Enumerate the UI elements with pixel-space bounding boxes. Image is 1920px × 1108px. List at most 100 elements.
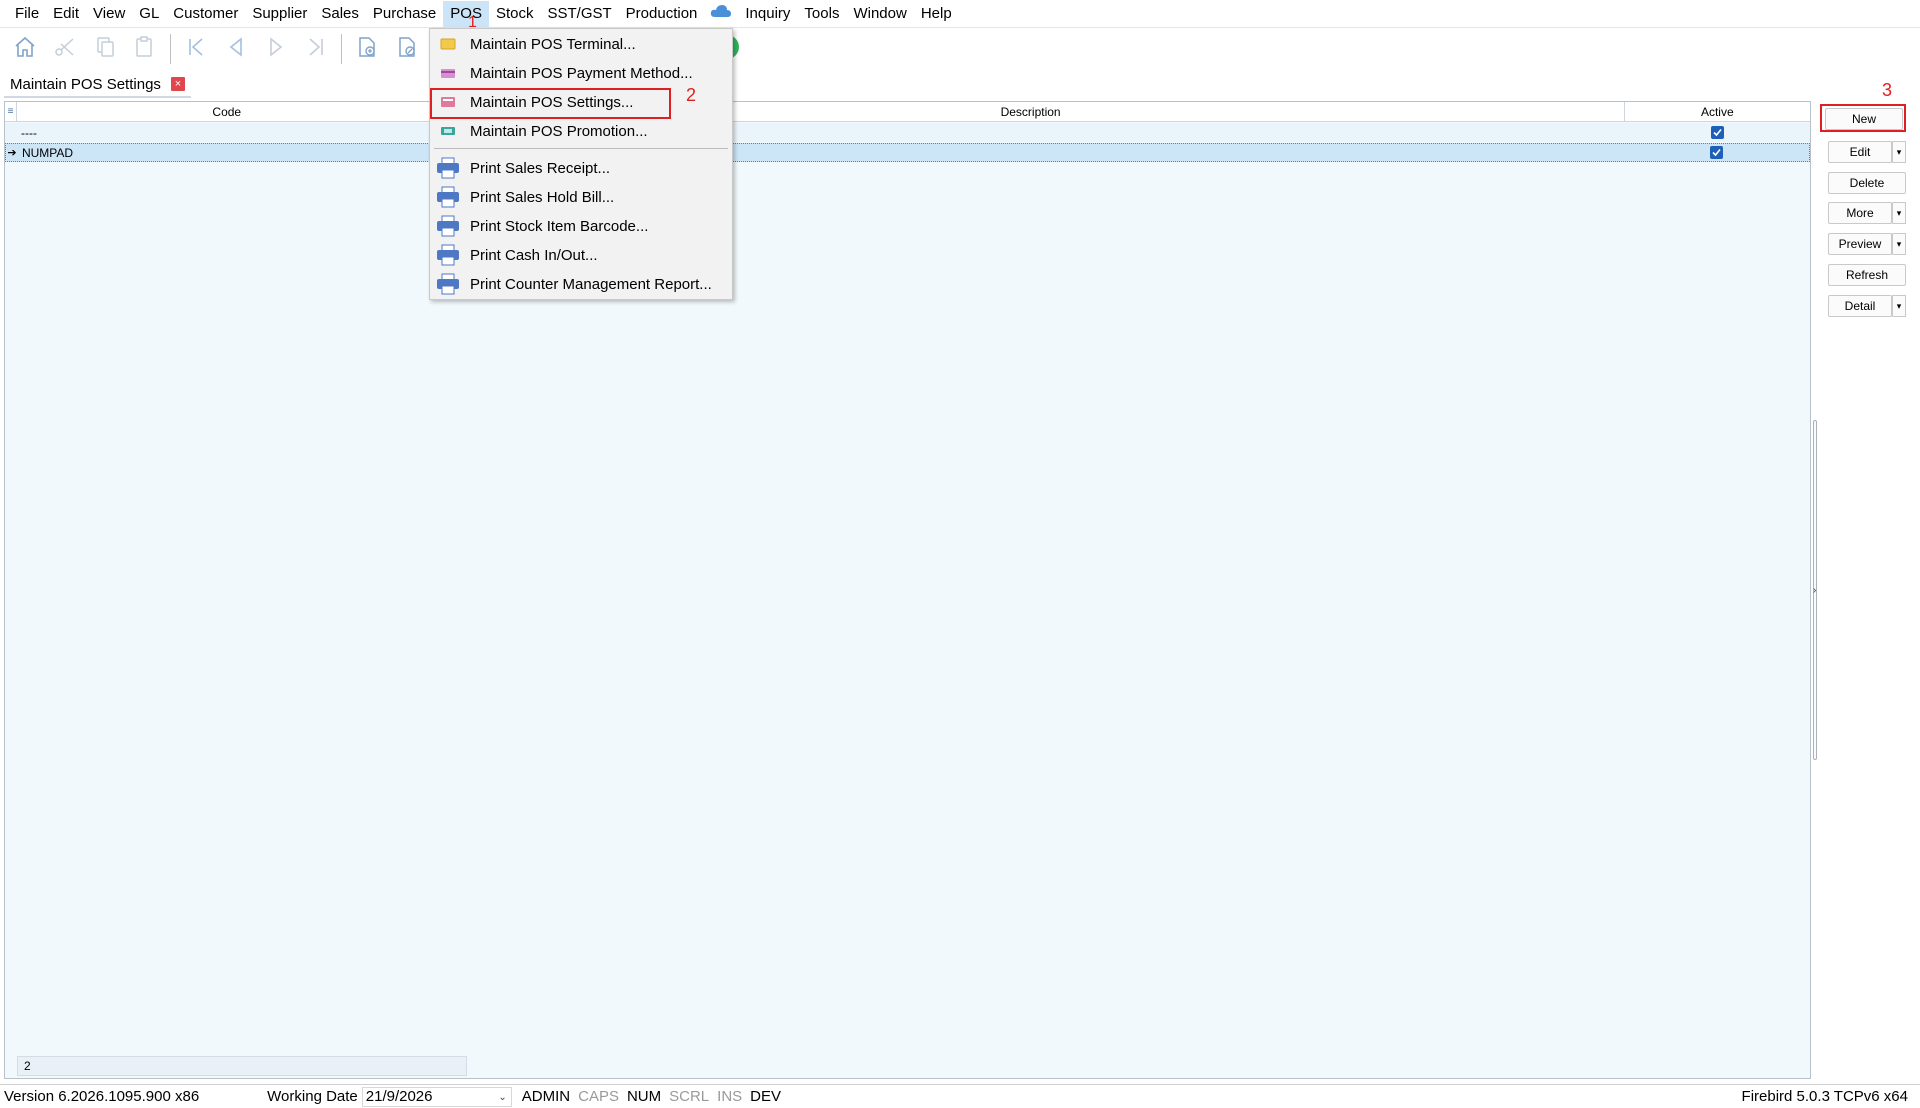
edit-button[interactable]: Edit <box>1828 141 1892 163</box>
menu-gl[interactable]: GL <box>132 1 166 27</box>
tab-maintain-pos-settings[interactable]: Maintain POS Settings × <box>4 72 191 98</box>
working-date-label: Working Date <box>267 1088 358 1105</box>
menu-stock[interactable]: Stock <box>489 1 541 27</box>
menu-item-print-sales-receipt[interactable]: Print Sales Receipt... <box>430 154 732 182</box>
next-icon <box>264 35 288 63</box>
menu-sales[interactable]: Sales <box>314 1 366 27</box>
table-row[interactable]: ---- <box>5 123 1810 142</box>
menu-item-label: Print Cash In/Out... <box>470 246 598 264</box>
more-button[interactable]: More <box>1828 202 1892 224</box>
prior-record-button[interactable] <box>219 32 253 66</box>
printer-icon <box>434 241 462 269</box>
chevron-right-icon[interactable]: › <box>1813 585 1816 596</box>
menu-item-label: Print Stock Item Barcode... <box>470 217 649 235</box>
pos-settings-grid: ≡ Code Description Active ---- ➔ NUMPAD … <box>4 101 1811 1079</box>
preview-dropdown-arrow[interactable]: ▾ <box>1892 233 1906 255</box>
scrl-indicator: SCRL <box>669 1088 710 1105</box>
menu-tools[interactable]: Tools <box>797 1 846 27</box>
next-record-button[interactable] <box>259 32 293 66</box>
cloud-icon <box>710 4 732 24</box>
menu-item-label: Print Sales Receipt... <box>470 159 611 177</box>
menu-purchase[interactable]: Purchase <box>366 1 443 27</box>
menu-pos[interactable]: POS <box>443 0 489 27</box>
first-record-button[interactable] <box>179 32 213 66</box>
detail-dropdown-arrow[interactable]: ▾ <box>1892 295 1906 317</box>
annotation-box-maintain-pos-settings <box>430 88 671 119</box>
menu-help[interactable]: Help <box>914 1 959 27</box>
cut-button[interactable] <box>48 32 82 66</box>
menu-item-maintain-pos-terminal[interactable]: Maintain POS Terminal... <box>430 30 732 58</box>
last-record-button[interactable] <box>299 32 333 66</box>
menu-customer[interactable]: Customer <box>166 1 245 27</box>
menu-separator <box>434 148 728 149</box>
terminal-icon <box>434 30 462 58</box>
first-icon <box>184 35 208 63</box>
edit-dropdown-arrow[interactable]: ▾ <box>1892 141 1906 163</box>
menu-production[interactable]: Production <box>619 1 705 27</box>
grid-header: ≡ Code Description Active <box>5 102 1810 122</box>
menu-bar: File Edit View GL Customer Supplier Sale… <box>0 0 1920 28</box>
menu-file[interactable]: File <box>8 1 46 27</box>
menu-item-label: Maintain POS Terminal... <box>470 35 636 53</box>
preview-button[interactable]: Preview <box>1828 233 1892 255</box>
more-dropdown-arrow[interactable]: ▾ <box>1892 202 1906 224</box>
menu-item-maintain-pos-promotion[interactable]: Maintain POS Promotion... <box>430 117 732 145</box>
toolbar-separator <box>341 34 342 64</box>
column-header-code[interactable]: Code <box>17 102 438 122</box>
home-button[interactable] <box>8 32 42 66</box>
active-checkbox[interactable] <box>1709 146 1723 159</box>
menu-item-print-cash-in-out[interactable]: Print Cash In/Out... <box>430 241 732 269</box>
menu-item-print-stock-item-barcode[interactable]: Print Stock Item Barcode... <box>430 212 732 240</box>
check-icon <box>1712 148 1721 157</box>
check-icon <box>1713 128 1722 137</box>
tab-bar: Maintain POS Settings × <box>0 70 1920 100</box>
menu-sst-gst[interactable]: SST/GST <box>540 1 618 27</box>
refresh-button[interactable]: Refresh <box>1828 264 1906 286</box>
menu-item-print-counter-management-report[interactable]: Print Counter Management Report... <box>430 270 732 298</box>
toolbar <box>0 29 1920 69</box>
printer-icon <box>434 212 462 240</box>
column-header-active[interactable]: Active <box>1625 102 1810 122</box>
detail-button[interactable]: Detail <box>1828 295 1892 317</box>
menu-item-label: Print Counter Management Report... <box>470 275 712 293</box>
column-chooser-icon[interactable]: ≡ <box>5 102 17 121</box>
copy-icon <box>93 35 117 63</box>
annotation-number-3: 3 <box>1882 80 1893 100</box>
edit-document-button[interactable] <box>390 32 424 66</box>
menu-view[interactable]: View <box>86 1 132 27</box>
new-document-icon <box>355 35 379 63</box>
menu-inquiry[interactable]: Inquiry <box>738 1 797 27</box>
menu-cloud[interactable] <box>704 1 738 27</box>
menu-item-label: Print Sales Hold Bill... <box>470 188 615 206</box>
annotation-box-new <box>1820 104 1906 132</box>
cell-active <box>1624 146 1809 159</box>
status-bar: Version 6.2026.1095.900 x86 Working Date… <box>0 1084 1920 1108</box>
toolbar-separator <box>170 34 171 64</box>
printer-icon <box>434 270 462 298</box>
database-info: Firebird 5.0.3 TCPv6 x64 <box>1741 1088 1908 1105</box>
delete-button[interactable]: Delete <box>1828 172 1906 194</box>
last-icon <box>304 35 328 63</box>
paste-button[interactable] <box>128 32 162 66</box>
ins-indicator: INS <box>717 1088 743 1105</box>
num-indicator: NUM <box>626 1088 662 1105</box>
menu-item-maintain-pos-payment-method[interactable]: Maintain POS Payment Method... <box>430 59 732 87</box>
chevron-down-icon[interactable]: ⌄ <box>498 1089 506 1107</box>
active-checkbox[interactable] <box>1710 126 1724 139</box>
prior-icon <box>224 35 248 63</box>
menu-window[interactable]: Window <box>846 1 913 27</box>
menu-supplier[interactable]: Supplier <box>245 1 314 27</box>
table-row[interactable]: ➔ NUMPAD <box>5 143 1810 162</box>
annotation-number-2: 2 <box>686 85 697 105</box>
working-date-field[interactable]: 21/9/2026 ⌄ <box>361 1086 512 1107</box>
paste-icon <box>133 35 157 63</box>
printer-icon <box>434 183 462 211</box>
menu-item-label: Maintain POS Promotion... <box>470 122 648 140</box>
user-indicator: ADMIN <box>521 1088 571 1105</box>
menu-item-print-sales-hold-bill[interactable]: Print Sales Hold Bill... <box>430 183 732 211</box>
menu-item-label: Maintain POS Payment Method... <box>470 64 693 82</box>
new-document-button[interactable] <box>350 32 384 66</box>
menu-edit[interactable]: Edit <box>46 1 86 27</box>
close-icon[interactable]: × <box>170 77 185 91</box>
copy-button[interactable] <box>88 32 122 66</box>
